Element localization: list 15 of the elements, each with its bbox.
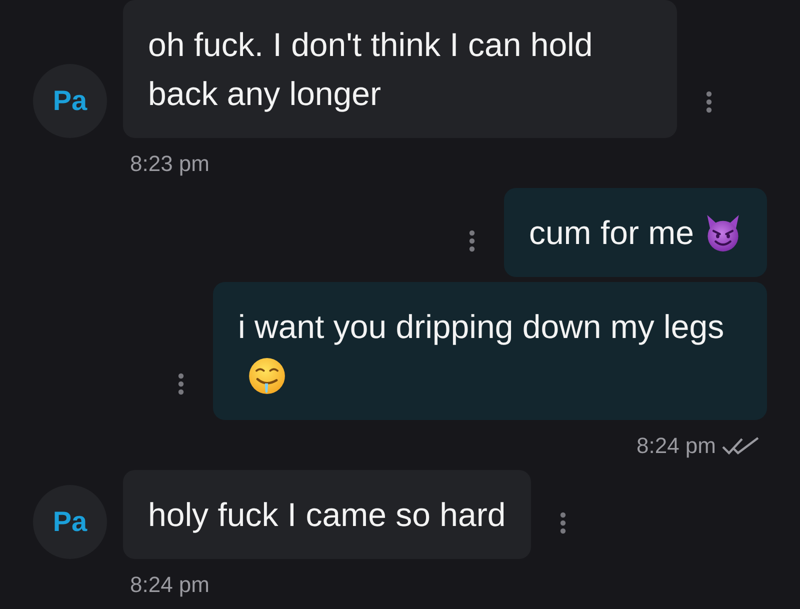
drooling-face-icon <box>248 357 286 395</box>
more-options-icon[interactable] <box>706 91 712 113</box>
message-text: holy fuck I came so hard <box>148 496 506 533</box>
more-options-icon[interactable] <box>178 373 184 395</box>
avatar[interactable]: Pa <box>33 485 107 559</box>
devil-face-icon <box>704 214 742 252</box>
more-options-icon[interactable] <box>468 230 475 252</box>
message-time: 8:23 pm <box>130 151 210 177</box>
message-text: oh fuck. I don't think I can hold back any longer <box>148 26 593 112</box>
more-options-icon[interactable] <box>560 512 566 534</box>
avatar[interactable]: Pa <box>33 64 107 138</box>
message-time: 8:24 pm <box>636 433 716 459</box>
message-time: 8:24 pm <box>130 572 210 598</box>
message-text: i want you dripping down my legs <box>238 308 724 345</box>
message-text: cum for me <box>528 214 694 251</box>
